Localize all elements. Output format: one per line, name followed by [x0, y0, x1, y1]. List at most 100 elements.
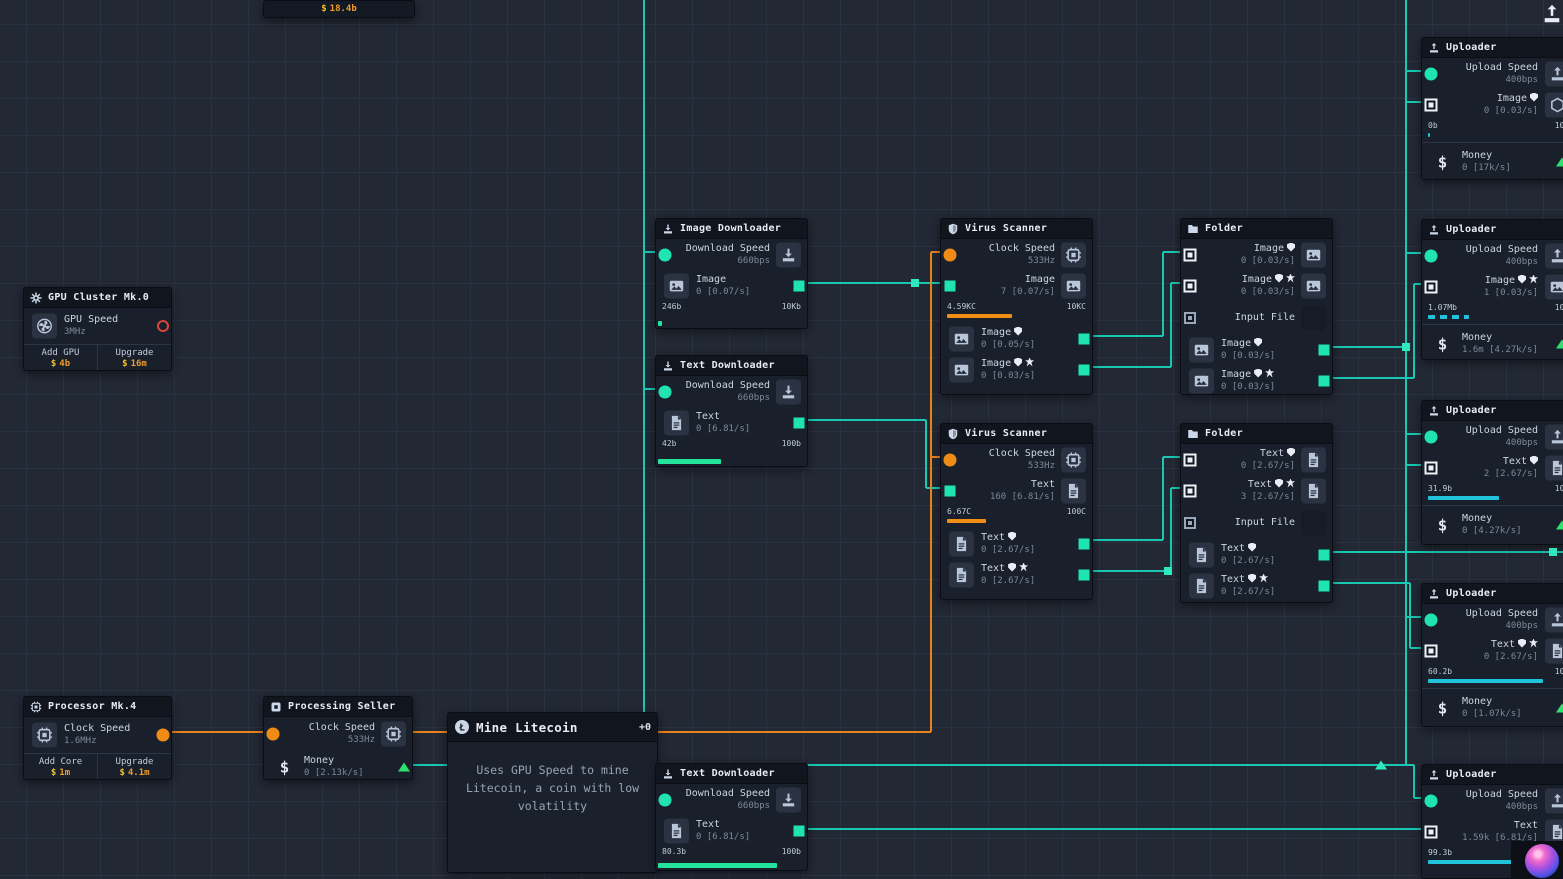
row-text: Money 0 [2.13k/s] — [304, 755, 364, 779]
input-port[interactable] — [1424, 825, 1438, 838]
uploader-4[interactable]: Uploader Upload Speed 400bps Text 0 [2.67/s]… — [1421, 583, 1563, 727]
input-port[interactable] — [1183, 484, 1197, 497]
folder-images[interactable]: Folder Image 0 [0.03/s] Image 0 [0.03/s] Inpu… — [1180, 218, 1333, 395]
output-port[interactable] — [1556, 703, 1563, 712]
row-value: 0 [0.03/s] — [1221, 350, 1276, 361]
input-port[interactable] — [1424, 280, 1438, 293]
node-row: $ Money 0 [2.13k/s] — [264, 750, 412, 779]
node-row: Text 0 [2.67/s] — [1181, 444, 1332, 475]
input-port[interactable] — [658, 385, 672, 398]
row-label: Text — [981, 531, 1035, 544]
row-label: Text — [1513, 819, 1538, 831]
input-port[interactable] — [943, 248, 957, 261]
capacity-max: 100b — [1554, 484, 1563, 493]
input-port[interactable] — [1424, 430, 1438, 443]
gpu-cluster[interactable]: GPU Cluster Mk.0 GPU Speed 3MHz Add GPU $4b U… — [23, 287, 172, 371]
shield-badge-icon — [1014, 326, 1023, 336]
output-port[interactable] — [1078, 569, 1090, 580]
output-port[interactable] — [156, 728, 170, 742]
input-port[interactable] — [1424, 461, 1438, 474]
node-title: Uploader — [1446, 224, 1497, 235]
mine-litecoin[interactable]: Ł Mine Litecoin +0 Uses GPU Speed to mine L… — [447, 712, 658, 873]
shield-badge-icon — [1518, 638, 1526, 648]
node-title: Uploader — [1446, 769, 1497, 780]
input-port[interactable] — [658, 248, 672, 261]
capacity-max: 10Mb — [1554, 303, 1563, 312]
shop-node-fragment[interactable]: $18.4b — [263, 0, 415, 18]
shield-badge-icon — [1530, 455, 1538, 465]
output-port[interactable] — [1318, 375, 1330, 386]
text-file-icon — [1545, 455, 1563, 480]
output-port[interactable] — [1078, 364, 1090, 375]
wire — [1162, 252, 1164, 336]
input-port[interactable] — [1184, 311, 1196, 324]
add-gpu-button[interactable]: Add GPU $4b — [24, 345, 97, 370]
output-port[interactable] — [793, 280, 805, 291]
input-port[interactable] — [1424, 644, 1438, 657]
output-port[interactable] — [398, 762, 410, 771]
input-port[interactable] — [266, 727, 280, 740]
output-port[interactable] — [1318, 549, 1330, 560]
output-port[interactable] — [157, 320, 169, 332]
text-downloader-2[interactable]: Text Downloader Download Speed 660bps Text 0… — [655, 763, 808, 871]
input-port[interactable] — [1424, 794, 1438, 807]
node-header: Uploader — [1422, 584, 1563, 604]
upgrade-button[interactable]: Upgrade $16m — [97, 345, 171, 370]
row-value: 2 [2.67/s] — [1483, 468, 1538, 479]
input-port[interactable] — [1183, 453, 1197, 466]
row-value: 0 [6.81/s] — [696, 831, 751, 842]
row-label: Money — [1462, 512, 1493, 524]
input-port[interactable] — [1183, 248, 1197, 261]
node-row: Upload Speed 400bps — [1422, 240, 1563, 271]
uploader-2[interactable]: Uploader Upload Speed 400bps Image 1 [0.03/s… — [1421, 219, 1563, 360]
capacity-max: 10Kb — [1554, 121, 1563, 130]
node-header: Virus Scanner — [941, 219, 1092, 239]
input-port[interactable] — [943, 453, 957, 466]
node-header: Image Downloader — [656, 219, 807, 239]
input-port[interactable] — [944, 485, 956, 496]
upload-icon — [1545, 61, 1563, 86]
virus-scanner-2[interactable]: Virus Scanner Clock Speed 533Hz Text 160 [6.… — [940, 423, 1093, 600]
input-port[interactable] — [1424, 613, 1438, 626]
processing-seller[interactable]: Processing Seller Clock Speed 533Hz $ Money 0… — [263, 696, 413, 780]
wire — [1405, 0, 1407, 765]
input-port[interactable] — [944, 280, 956, 291]
row-value: 400bps — [1505, 620, 1538, 631]
output-port[interactable] — [1318, 344, 1330, 355]
input-port[interactable] — [1424, 98, 1438, 111]
row-label: Image — [981, 357, 1035, 370]
virus-scanner-1[interactable]: Virus Scanner Clock Speed 533Hz Image 7 [0.0… — [940, 218, 1093, 395]
output-port[interactable] — [1556, 157, 1563, 166]
output-port[interactable] — [1556, 339, 1563, 348]
node-graph-canvas[interactable]: $18.4b GPU Cluster Mk.0 GPU Speed 3MHz Add G… — [0, 0, 1563, 879]
input-port[interactable] — [658, 793, 672, 806]
output-port[interactable] — [793, 825, 805, 836]
shield-badge-icon — [1518, 274, 1526, 284]
input-port[interactable] — [1184, 516, 1196, 529]
output-port[interactable] — [793, 417, 805, 428]
virus-badge-icon — [1019, 562, 1029, 572]
input-port[interactable] — [1424, 67, 1438, 80]
add-core-button[interactable]: Add Core $1m — [24, 754, 97, 779]
node-row: Clock Speed 1.6MHz — [24, 717, 171, 753]
shield-badge-icon — [1254, 337, 1263, 347]
shield-badge-icon — [1275, 273, 1283, 283]
row-value: 0 [2.67/s] — [1221, 555, 1276, 566]
image-downloader[interactable]: Image Downloader Download Speed 660bps Imag… — [655, 218, 808, 329]
uploader-1[interactable]: Uploader Upload Speed 400bps Image 0 [0.03/s… — [1421, 37, 1563, 180]
input-port[interactable] — [1183, 279, 1197, 292]
node-row: Image 0 [0.03/s] — [1422, 89, 1563, 120]
processor[interactable]: Processor Mk.4 Clock Speed 1.6MHz Add Core $… — [23, 696, 172, 780]
node-row: Image 0 [0.05/s] — [941, 323, 1092, 354]
output-port[interactable] — [1318, 580, 1330, 591]
output-port[interactable] — [1078, 333, 1090, 344]
input-port[interactable] — [1424, 249, 1438, 262]
output-port[interactable] — [1556, 520, 1563, 529]
upgrade-button[interactable]: Upgrade $4.1m — [97, 754, 171, 779]
output-port[interactable] — [1078, 538, 1090, 549]
uploader-3[interactable]: Uploader Upload Speed 400bps Text 2 [2.67/s]… — [1421, 400, 1563, 545]
row-text: Text 0 [2.67/s] — [981, 531, 1035, 556]
folder-texts[interactable]: Folder Text 0 [2.67/s] Text 3 [2.67/s] Input … — [1180, 423, 1333, 603]
node-row: Text 0 [2.67/s] — [941, 528, 1092, 559]
text-downloader-1[interactable]: Text Downloader Download Speed 660bps Text 0… — [655, 355, 808, 467]
